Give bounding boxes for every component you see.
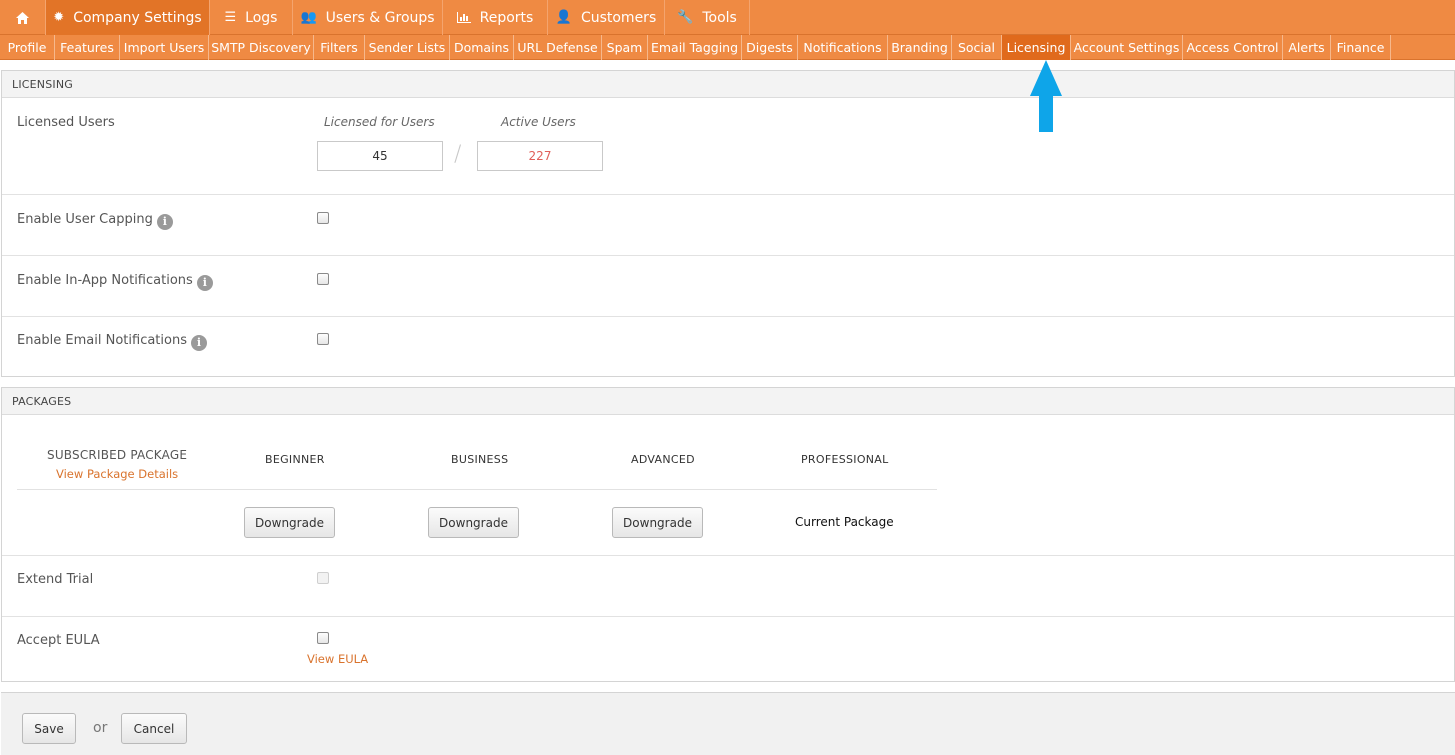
tab-company-settings-label: Company Settings <box>73 9 202 26</box>
extend-trial-label: Extend Trial <box>17 572 94 587</box>
enable-user-capping-checkbox[interactable] <box>317 212 329 224</box>
enable-email-notifications-checkbox[interactable] <box>317 333 329 345</box>
subnav-finance[interactable]: Finance <box>1331 35 1391 60</box>
tab-users-groups[interactable]: 👥 Users & Groups <box>293 0 443 35</box>
subnav-sender-lists[interactable]: Sender Lists <box>365 35 450 60</box>
licensed-for-users-input[interactable]: 45 <box>317 141 443 171</box>
cancel-button[interactable]: Cancel <box>121 713 187 744</box>
tab-users-groups-label: Users & Groups <box>325 9 435 26</box>
users-icon: 👥 <box>300 10 317 25</box>
extend-trial-checkbox <box>317 572 329 584</box>
downgrade-business-button[interactable]: Downgrade <box>428 507 519 538</box>
subnav-smtp-discovery[interactable]: SMTP Discovery <box>209 35 314 60</box>
subnav-email-tagging[interactable]: Email Tagging <box>648 35 742 60</box>
enable-user-capping-label: Enable User Capping i <box>17 212 173 230</box>
accept-eula-row: Accept EULA View EULA <box>2 617 1454 681</box>
subnav-features[interactable]: Features <box>55 35 120 60</box>
view-eula-link[interactable]: View EULA <box>307 652 368 666</box>
licensed-users-label: Licensed Users <box>17 115 115 130</box>
enable-user-capping-text: Enable User Capping <box>17 212 153 227</box>
top-navigation: ✹ Company Settings ☰ Logs 👥 Users & Grou… <box>0 0 1455 35</box>
current-package-label: Current Package <box>795 515 894 529</box>
packages-section-title: PACKAGES <box>2 388 1454 415</box>
subnav-account-settings[interactable]: Account Settings <box>1071 35 1183 60</box>
form-footer: Save or Cancel <box>1 692 1455 755</box>
subnav-branding[interactable]: Branding <box>888 35 952 60</box>
subnav-social[interactable]: Social <box>952 35 1002 60</box>
subscribed-package-label: SUBSCRIBED PACKAGE <box>47 448 188 462</box>
subnav-url-defense[interactable]: URL Defense <box>514 35 602 60</box>
enable-email-notifications-label: Enable Email Notifications i <box>17 333 207 351</box>
tab-tools-label: Tools <box>702 9 737 26</box>
user-capping-row: Enable User Capping i <box>2 195 1454 256</box>
settings-subnav: Profile Features Import Users SMTP Disco… <box>0 35 1455 60</box>
downgrade-beginner-button[interactable]: Downgrade <box>244 507 335 538</box>
annotation-arrow-icon <box>1030 60 1062 132</box>
active-users-caption: Active Users <box>501 115 576 129</box>
subnav-access-control[interactable]: Access Control <box>1183 35 1283 60</box>
home-tab[interactable] <box>0 0 46 35</box>
licensed-users-row: Licensed Users Licensed for Users Active… <box>2 98 1454 195</box>
user-icon: 👤 <box>555 10 572 25</box>
package-professional-header: PROFESSIONAL <box>801 453 889 466</box>
licensing-panel: LICENSING Licensed Users Licensed for Us… <box>1 70 1455 377</box>
enable-inapp-notifications-label: Enable In-App Notifications i <box>17 273 213 291</box>
home-icon <box>16 11 29 24</box>
packages-divider <box>17 489 937 490</box>
subnav-digests[interactable]: Digests <box>742 35 798 60</box>
tab-customers[interactable]: 👤 Customers <box>548 0 665 35</box>
view-package-details-link[interactable]: View Package Details <box>56 467 178 481</box>
gear-icon: ✹ <box>53 10 65 25</box>
enable-inapp-notifications-checkbox[interactable] <box>317 273 329 285</box>
subnav-spam[interactable]: Spam <box>602 35 648 60</box>
licensing-section-title: LICENSING <box>2 71 1454 98</box>
tab-logs-label: Logs <box>245 9 278 26</box>
package-beginner-header: BEGINNER <box>265 453 325 466</box>
downgrade-advanced-button[interactable]: Downgrade <box>612 507 703 538</box>
active-users-field: 227 <box>477 141 603 171</box>
enable-inapp-notifications-text: Enable In-App Notifications <box>17 273 193 288</box>
tab-company-settings[interactable]: ✹ Company Settings <box>46 0 210 35</box>
tab-reports[interactable]: Reports <box>443 0 548 35</box>
subnav-filters[interactable]: Filters <box>314 35 365 60</box>
tab-logs[interactable]: ☰ Logs <box>210 0 293 35</box>
package-advanced-header: ADVANCED <box>631 453 695 466</box>
wrench-icon: 🔧 <box>677 10 694 25</box>
accept-eula-label: Accept EULA <box>17 633 100 648</box>
tab-reports-label: Reports <box>479 9 534 26</box>
save-button[interactable]: Save <box>22 713 76 744</box>
subnav-alerts[interactable]: Alerts <box>1283 35 1331 60</box>
extend-trial-row: Extend Trial <box>2 555 1454 617</box>
list-icon: ☰ <box>224 10 237 25</box>
tab-customers-label: Customers <box>580 9 657 26</box>
licensed-for-users-caption: Licensed for Users <box>324 115 435 129</box>
subnav-notifications[interactable]: Notifications <box>798 35 888 60</box>
tab-tools[interactable]: 🔧 Tools <box>665 0 750 35</box>
info-icon[interactable]: i <box>190 335 207 351</box>
separator-slash: / <box>454 142 462 167</box>
subnav-licensing[interactable]: Licensing <box>1002 35 1071 60</box>
subnav-domains[interactable]: Domains <box>450 35 514 60</box>
info-icon[interactable]: i <box>196 275 213 291</box>
enable-email-notifications-text: Enable Email Notifications <box>17 333 187 348</box>
email-notifications-row: Enable Email Notifications i <box>2 317 1454 377</box>
bar-chart-icon <box>456 12 471 23</box>
accept-eula-checkbox[interactable] <box>317 632 329 644</box>
packages-panel: PACKAGES SUBSCRIBED PACKAGE View Package… <box>1 387 1455 682</box>
subnav-profile[interactable]: Profile <box>0 35 55 60</box>
package-business-header: BUSINESS <box>451 453 509 466</box>
subnav-import-users[interactable]: Import Users <box>120 35 209 60</box>
info-icon[interactable]: i <box>156 214 173 230</box>
inapp-notifications-row: Enable In-App Notifications i <box>2 256 1454 317</box>
or-label: or <box>93 720 108 736</box>
